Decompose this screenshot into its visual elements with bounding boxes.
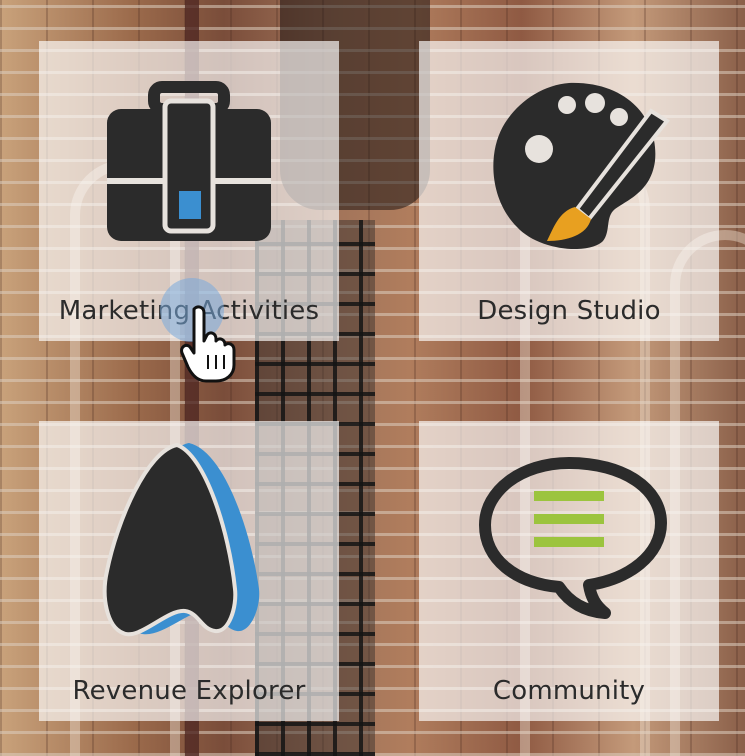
tile-label: Revenue Explorer xyxy=(72,676,306,706)
tile-community[interactable]: Community xyxy=(419,421,719,721)
tile-revenue-explorer[interactable]: Revenue Explorer xyxy=(39,421,339,721)
tile-label: Community xyxy=(492,676,646,706)
hand-pointer-icon xyxy=(180,305,236,383)
palette-icon xyxy=(493,82,670,250)
tile-label: Design Studio xyxy=(477,296,661,326)
briefcase-icon xyxy=(107,81,271,241)
revenue-a-icon xyxy=(102,442,260,637)
speech-bubble-icon xyxy=(479,457,667,619)
tile-design-studio[interactable]: Design Studio xyxy=(419,41,719,341)
